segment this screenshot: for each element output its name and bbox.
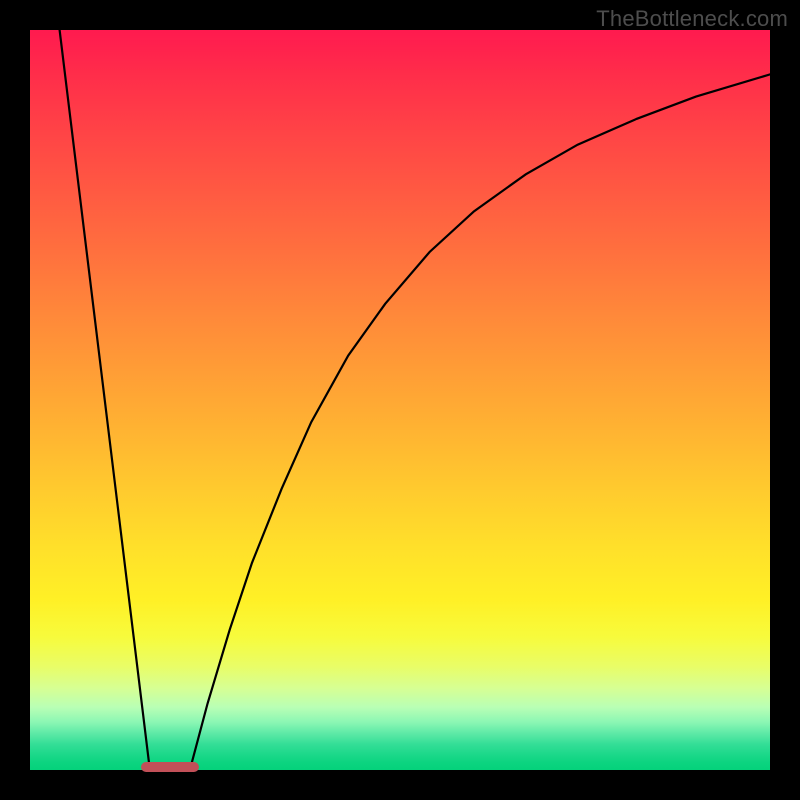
plot-area: [30, 30, 770, 770]
chart-frame: TheBottleneck.com: [0, 0, 800, 800]
curve-left-branch: [60, 30, 150, 770]
curve-right-branch: [190, 74, 770, 770]
min-marker: [141, 762, 199, 772]
watermark-text: TheBottleneck.com: [596, 6, 788, 32]
chart-curves: [30, 30, 770, 770]
